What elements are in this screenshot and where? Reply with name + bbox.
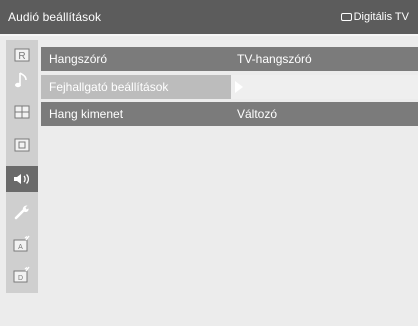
menu-row-headphone-settings[interactable]: Fejhallgató beállítások: [41, 75, 418, 99]
sidebar: R A D: [6, 40, 38, 293]
menu-row-value: TV-hangszóró: [231, 47, 418, 71]
sidebar-item-analog[interactable]: A: [6, 231, 38, 257]
menu-row-value-area: [231, 75, 418, 99]
wrench-icon: [14, 205, 29, 220]
music-note-icon: [15, 72, 27, 88]
sidebar-item-audio[interactable]: [6, 166, 38, 192]
title-bar: Audió beállítások Digitális TV: [0, 0, 418, 34]
input-source: Digitális TV: [340, 9, 409, 25]
svg-text:D: D: [18, 275, 23, 282]
tv-screen-icon: [340, 13, 352, 21]
sidebar-item-setup[interactable]: [6, 199, 38, 225]
page-title: Audió beállítások: [8, 10, 102, 24]
menu-row-value: Változó: [231, 102, 418, 126]
antenna-a-icon: A: [13, 235, 30, 252]
chevron-right-icon: [235, 81, 243, 93]
r-picture-icon: R: [14, 48, 30, 62]
menu-row-speaker[interactable]: Hangszóró TV-hangszóró: [41, 47, 418, 71]
screen-icon: [14, 138, 30, 152]
grid-icon: [14, 105, 30, 119]
menu-row-sound-output[interactable]: Hang kimenet Változó: [41, 102, 418, 126]
sidebar-item-digital[interactable]: D: [6, 262, 38, 288]
svg-text:A: A: [18, 244, 23, 251]
sidebar-item-channels[interactable]: [6, 99, 38, 125]
speaker-icon: [14, 174, 30, 184]
menu-row-label: Hang kimenet: [41, 102, 231, 126]
svg-text:R: R: [18, 51, 25, 62]
antenna-d-icon: D: [13, 266, 30, 283]
sidebar-item-screen[interactable]: [6, 132, 38, 158]
menu-row-label: Hangszóró: [41, 47, 231, 71]
sidebar-item-picture[interactable]: R: [6, 42, 38, 68]
input-source-label: Digitális TV: [353, 11, 409, 23]
sidebar-item-sound[interactable]: [6, 67, 38, 93]
menu-row-label: Fejhallgató beállítások: [41, 75, 231, 99]
divider: [0, 34, 418, 36]
